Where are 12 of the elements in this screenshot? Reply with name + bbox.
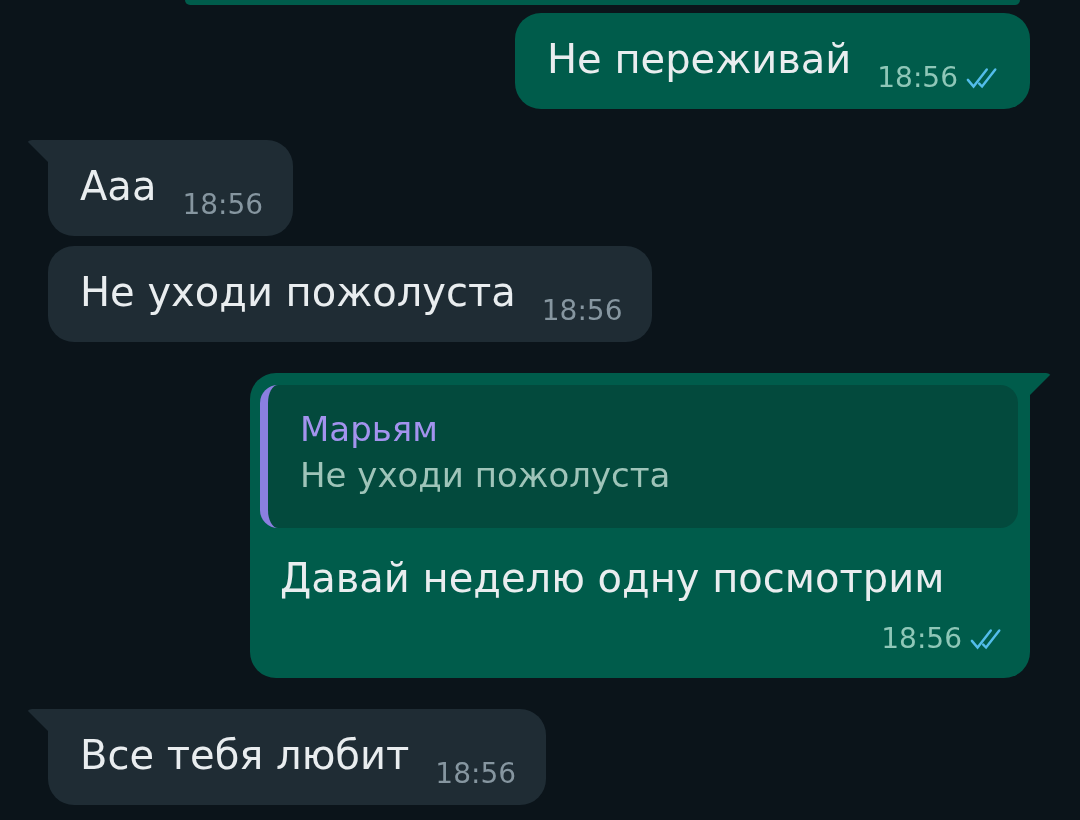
message-text: Ааа [80, 162, 157, 210]
message-text: Не переживай [547, 35, 852, 83]
quote-author: Марьям [300, 408, 439, 451]
message-time: 18:56 [541, 294, 623, 328]
message-time: 18:56 [881, 622, 962, 656]
quote-text: Не уходи пожолуста [300, 454, 672, 497]
message-text: Давай неделю одну посмотрим [280, 554, 946, 603]
message-text: Не уходи пожолуста [80, 268, 516, 316]
message-time: 18:56 [435, 757, 517, 791]
message-time: 18:56 [182, 188, 264, 222]
message-time: 18:56 [877, 61, 958, 95]
message-text: Все тебя любит [80, 731, 410, 779]
